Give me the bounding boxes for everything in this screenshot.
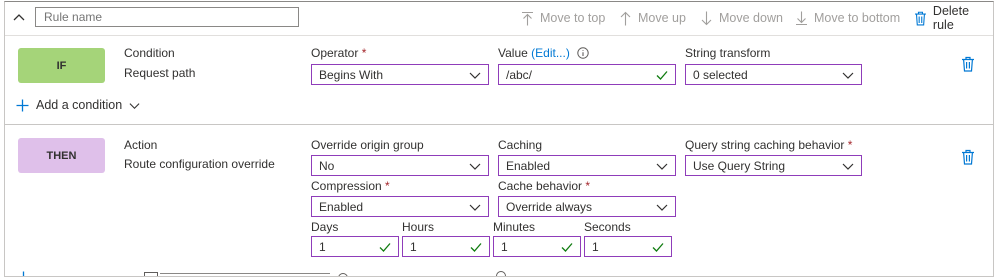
query-string-caching-value: Use Query String	[693, 158, 786, 173]
checkmark-icon	[379, 242, 391, 252]
seconds-value: 1	[592, 239, 599, 254]
action-label: Action	[124, 138, 158, 152]
cache-behavior-value: Override always	[506, 199, 593, 214]
add-condition-button[interactable]: Add a condition	[16, 98, 140, 112]
trash-icon	[914, 11, 926, 26]
action-type: Route configuration override	[124, 157, 275, 171]
chevron-down-icon	[656, 163, 668, 170]
value-label: Value (Edit...)	[498, 46, 589, 60]
override-origin-group-value: No	[319, 158, 335, 173]
partial-field-border	[160, 273, 330, 274]
if-condition-section: IF Condition Request path Operator * Beg…	[5, 36, 993, 125]
query-string-caching-label: Query string caching behavior *	[685, 138, 853, 152]
arrow-down-icon	[701, 11, 712, 25]
chevron-down-icon	[842, 72, 854, 79]
then-badge: THEN	[18, 138, 105, 173]
override-origin-group-label: Override origin group	[311, 138, 424, 152]
override-origin-group-dropdown[interactable]: No	[311, 155, 489, 176]
days-input[interactable]: 1	[311, 236, 399, 257]
plus-icon	[16, 99, 29, 111]
collapse-chevron-icon[interactable]	[13, 12, 25, 24]
arrow-to-top-icon	[522, 11, 533, 25]
info-icon[interactable]	[496, 271, 506, 276]
cache-behavior-dropdown[interactable]: Override always	[498, 196, 676, 217]
add-condition-label: Add a condition	[36, 98, 123, 112]
query-string-caching-dropdown[interactable]: Use Query String	[685, 155, 862, 176]
chevron-down-icon	[842, 163, 854, 170]
move-to-bottom-label: Move to bottom	[814, 11, 901, 25]
arrow-up-icon	[620, 11, 631, 25]
move-to-top-label: Move to top	[540, 11, 606, 25]
hours-input[interactable]: 1	[402, 236, 490, 257]
chevron-down-icon	[469, 163, 481, 170]
move-to-bottom-button[interactable]: Move to bottom	[795, 10, 900, 26]
if-badge: IF	[18, 48, 105, 83]
caching-dropdown[interactable]: Enabled	[498, 155, 676, 176]
compression-label: Compression *	[311, 179, 390, 193]
value-text: /abc/	[506, 67, 533, 82]
delete-action-trash-icon[interactable]	[961, 149, 975, 165]
seconds-label: Seconds	[584, 220, 631, 234]
days-value: 1	[319, 239, 326, 254]
delete-rule-button[interactable]: Delete rule	[914, 4, 993, 32]
minutes-value: 1	[501, 239, 508, 254]
info-icon[interactable]	[338, 273, 348, 276]
seconds-input[interactable]: 1	[584, 236, 672, 257]
rule-card: Move to top Move up Move down Move to bo…	[4, 1, 994, 277]
move-up-label: Move up	[638, 11, 686, 25]
hours-value: 1	[410, 239, 417, 254]
minutes-input[interactable]: 1	[493, 236, 581, 257]
operator-label: Operator *	[311, 46, 367, 60]
chevron-down-icon	[656, 204, 668, 211]
move-to-top-button[interactable]: Move to top	[521, 10, 605, 26]
condition-type: Request path	[124, 66, 196, 80]
string-transform-dropdown[interactable]: 0 selected	[685, 64, 862, 85]
chevron-down-icon	[469, 204, 481, 211]
condition-label: Condition	[124, 46, 175, 60]
move-down-button[interactable]: Move down	[700, 10, 783, 26]
chevron-down-icon	[469, 72, 481, 79]
caching-value: Enabled	[506, 158, 551, 173]
checkmark-icon	[656, 70, 668, 80]
operator-dropdown[interactable]: Begins With	[311, 64, 489, 85]
rule-toolbar: Move to top Move up Move down Move to bo…	[5, 2, 993, 36]
chevron-down-icon	[129, 102, 140, 109]
minutes-label: Minutes	[493, 220, 536, 234]
info-icon[interactable]	[577, 47, 589, 59]
days-label: Days	[311, 220, 339, 234]
delete-condition-trash-icon[interactable]	[961, 56, 975, 72]
move-up-button[interactable]: Move up	[619, 10, 686, 26]
move-down-label: Move down	[719, 11, 783, 25]
compression-dropdown[interactable]: Enabled	[311, 196, 489, 217]
caching-label: Caching	[498, 138, 543, 152]
value-edit-link[interactable]: (Edit...)	[531, 46, 570, 60]
then-action-section: THEN Action Route configuration override…	[5, 125, 993, 277]
string-transform-value: 0 selected	[693, 67, 748, 82]
compression-value: Enabled	[319, 199, 364, 214]
cache-behavior-label: Cache behavior *	[498, 179, 591, 193]
arrow-to-bottom-icon	[796, 11, 807, 25]
checkmark-icon	[561, 242, 573, 252]
checkmark-icon	[652, 242, 664, 252]
string-transform-label: String transform	[685, 46, 771, 60]
plus-icon[interactable]	[17, 271, 30, 277]
checkmark-icon	[470, 242, 482, 252]
delete-rule-label: Delete rule	[932, 4, 970, 32]
hours-label: Hours	[402, 220, 435, 234]
checkbox[interactable]	[144, 272, 158, 276]
operator-value: Begins With	[319, 67, 384, 82]
rule-name-input[interactable]	[35, 7, 299, 27]
value-input[interactable]: /abc/	[498, 64, 676, 85]
